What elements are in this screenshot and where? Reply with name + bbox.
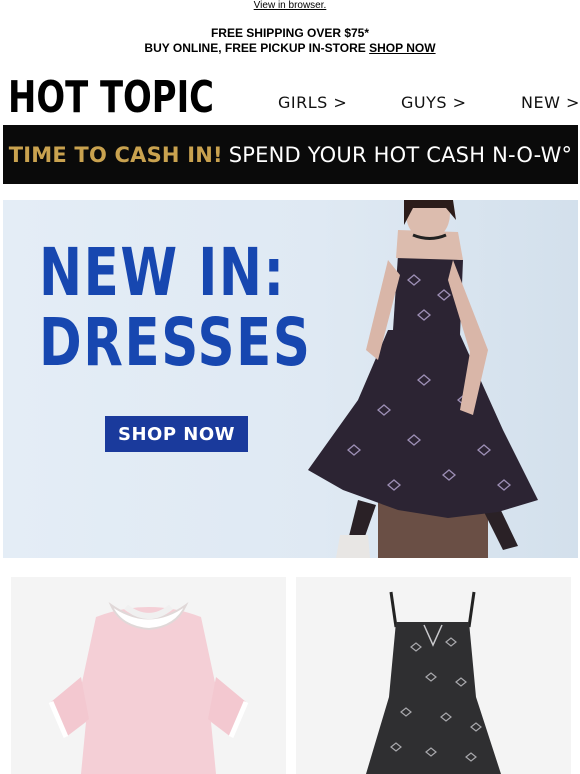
- pink-dress-image: [11, 577, 286, 774]
- free-shipping-text: FREE SHIPPING OVER $75*: [210, 26, 370, 40]
- cash-banner-headline: TIME TO CASH IN!: [8, 142, 223, 167]
- pickup-text: BUY ONLINE, FREE PICKUP IN-STORE: [144, 41, 370, 55]
- pickup-line: BUY ONLINE, FREE PICKUP IN-STORE SHOP NO…: [0, 41, 580, 56]
- hero-shop-now-button[interactable]: SHOP NOW: [105, 416, 248, 452]
- cash-banner-subtext: SPEND YOUR HOT CASH N-O-W°: [228, 142, 573, 167]
- nav-guys-link[interactable]: GUYS >: [401, 93, 467, 112]
- view-in-browser-link[interactable]: View in browser.: [254, 0, 327, 11]
- hero-model-image: [308, 200, 538, 558]
- view-in-browser: View in browser.: [0, 0, 580, 12]
- top-nav: HOT TOPIC GIRLS > GUYS > NEW >: [0, 76, 580, 120]
- product-card-butterfly-dress[interactable]: [296, 577, 571, 774]
- promo-shop-now-link[interactable]: SHOP NOW: [369, 41, 435, 55]
- promo-header: FREE SHIPPING OVER $75* BUY ONLINE, FREE…: [0, 26, 580, 56]
- hot-cash-banner[interactable]: TIME TO CASH IN! SPEND YOUR HOT CASH N-O…: [3, 125, 578, 184]
- hero-banner[interactable]: NEW IN: DRESSES SHOP NOW: [3, 200, 578, 558]
- product-card-pink-dress[interactable]: [11, 577, 286, 774]
- butterfly-dress-image: [296, 577, 571, 774]
- nav-girls-link[interactable]: GIRLS >: [278, 93, 347, 112]
- nav-new-link[interactable]: NEW >: [521, 93, 580, 112]
- hot-topic-logo[interactable]: HOT TOPIC: [8, 76, 214, 116]
- logo-text: HOT TOPIC: [8, 76, 214, 116]
